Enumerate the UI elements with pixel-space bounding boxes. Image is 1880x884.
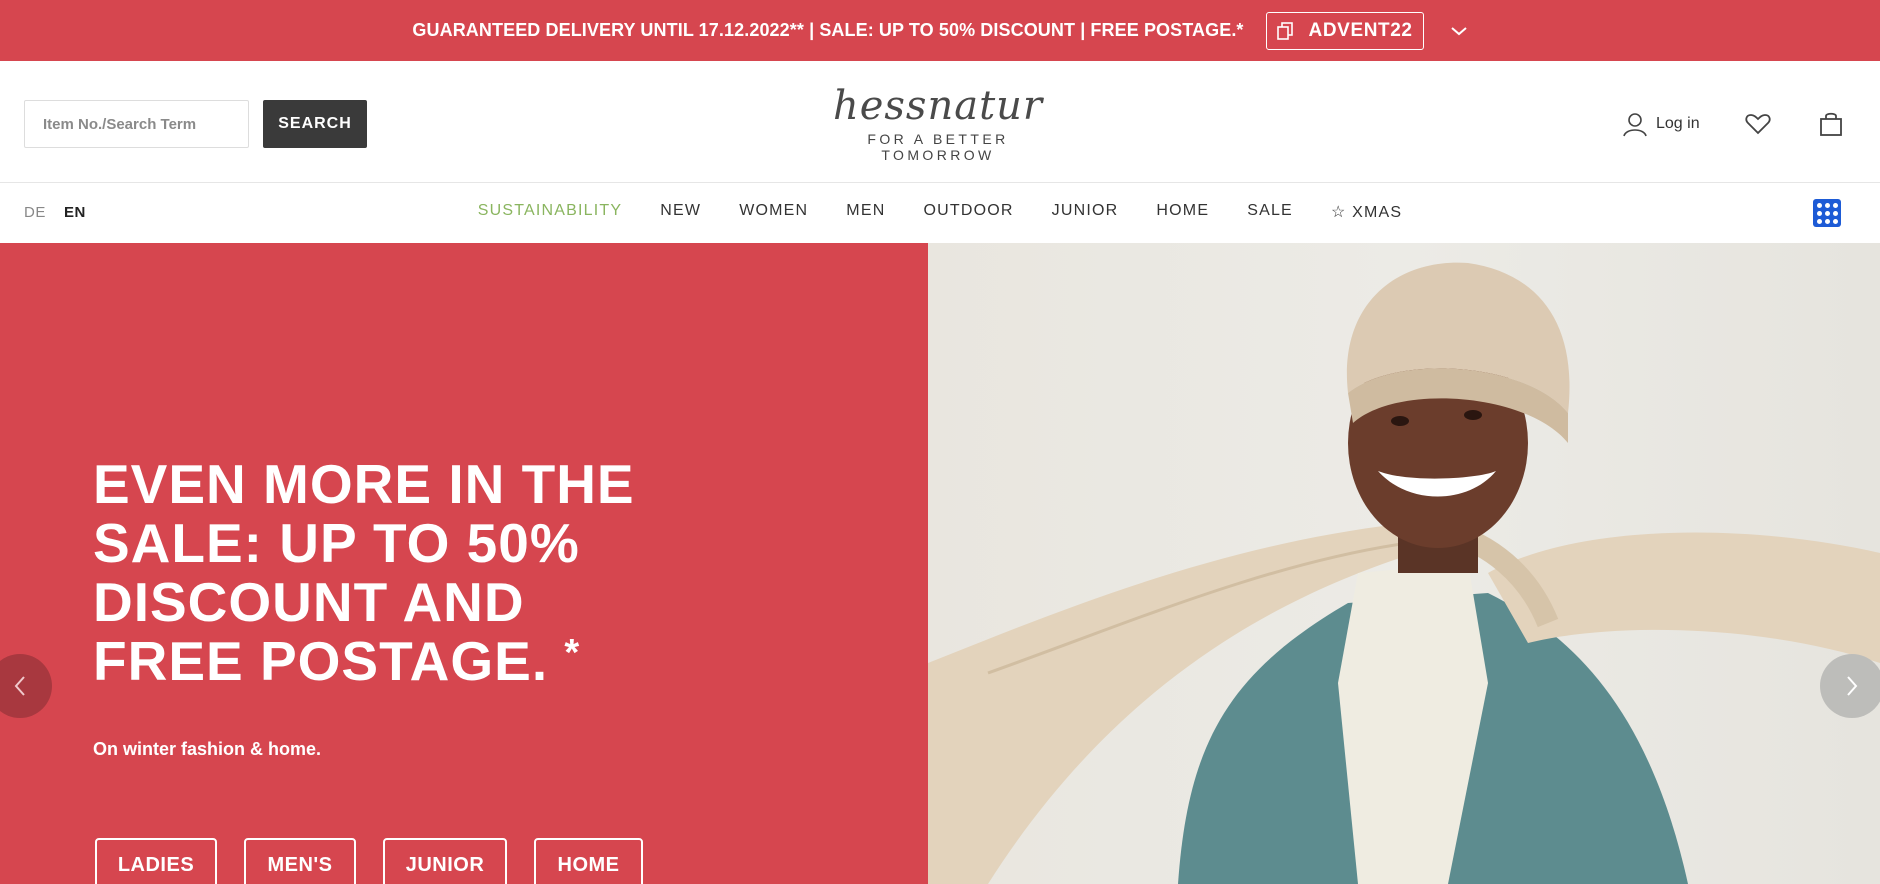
search-input[interactable] bbox=[24, 100, 249, 148]
hero-button-home[interactable]: HOME bbox=[534, 838, 643, 884]
hero-photo-model bbox=[928, 262, 1880, 884]
wishlist-button[interactable] bbox=[1745, 113, 1771, 140]
nav-item-outdoor[interactable]: OUTDOOR bbox=[923, 202, 1013, 222]
hero-text-panel: EVEN MORE IN THE SALE: UP TO 50% DISCOUN… bbox=[0, 243, 928, 884]
main-nav: DE EN SUSTAINABILITY NEW WOMEN MEN OUTDO… bbox=[0, 183, 1880, 242]
nav-item-xmas[interactable]: ☆ XMAS bbox=[1331, 202, 1402, 222]
nav-item-junior[interactable]: JUNIOR bbox=[1052, 202, 1119, 222]
promo-expand-button[interactable] bbox=[1450, 25, 1468, 37]
slider-next-button[interactable] bbox=[1820, 654, 1880, 718]
category-menu: SUSTAINABILITY NEW WOMEN MEN OUTDOOR JUN… bbox=[0, 202, 1880, 222]
hero-headline-mark: * bbox=[564, 632, 581, 674]
user-icon bbox=[1623, 113, 1647, 137]
hero-button-mens[interactable]: MEN'S bbox=[244, 838, 356, 884]
hero-subline: On winter fashion & home. bbox=[93, 739, 322, 759]
shopping-bag-icon bbox=[1820, 112, 1842, 136]
hero-button-junior[interactable]: JUNIOR bbox=[383, 838, 507, 884]
nav-item-sale[interactable]: SALE bbox=[1247, 202, 1293, 222]
login-link[interactable]: Log in bbox=[1622, 111, 1700, 137]
copy-icon bbox=[1276, 21, 1293, 40]
app-grid-icon[interactable] bbox=[1813, 199, 1841, 227]
nav-item-men[interactable]: MEN bbox=[846, 202, 885, 222]
chevron-down-icon bbox=[1450, 26, 1467, 35]
nav-item-sustainability[interactable]: SUSTAINABILITY bbox=[478, 202, 623, 222]
promo-text: GUARANTEED DELIVERY UNTIL 17.12.2022** |… bbox=[412, 20, 1244, 40]
hero-headline: EVEN MORE IN THE SALE: UP TO 50% DISCOUN… bbox=[93, 455, 653, 691]
chevron-right-icon bbox=[1847, 676, 1858, 696]
nav-item-women[interactable]: WOMEN bbox=[739, 202, 808, 222]
chevron-left-icon bbox=[14, 676, 25, 696]
search-button[interactable]: SEARCH bbox=[263, 100, 367, 148]
hero-headline-text: EVEN MORE IN THE SALE: UP TO 50% DISCOUN… bbox=[93, 453, 635, 692]
nav-item-new[interactable]: NEW bbox=[660, 202, 701, 222]
hero-slider: EVEN MORE IN THE SALE: UP TO 50% DISCOUN… bbox=[0, 243, 1880, 884]
promo-code-button[interactable]: ADVENT22 bbox=[1265, 11, 1424, 50]
promo-code: ADVENT22 bbox=[1308, 19, 1413, 41]
login-label: Log in bbox=[1656, 115, 1700, 132]
heart-icon bbox=[1745, 114, 1771, 135]
hero-image bbox=[928, 243, 1880, 884]
logo-wordmark: hessnatur bbox=[832, 83, 1044, 129]
site-header: SEARCH hessnatur FOR A BETTER TOMORROW L… bbox=[0, 61, 1880, 183]
promo-bar: GUARANTEED DELIVERY UNTIL 17.12.2022** |… bbox=[0, 0, 1880, 61]
logo-tagline: FOR A BETTER TOMORROW bbox=[867, 131, 1009, 163]
hero-buttons: LADIES MEN'S JUNIOR HOME bbox=[95, 838, 670, 884]
nav-item-home[interactable]: HOME bbox=[1156, 202, 1209, 222]
logo[interactable]: hessnatur FOR A BETTER TOMORROW bbox=[818, 83, 1058, 163]
hero-button-ladies[interactable]: LADIES bbox=[95, 838, 217, 884]
cart-button[interactable] bbox=[1819, 111, 1843, 142]
